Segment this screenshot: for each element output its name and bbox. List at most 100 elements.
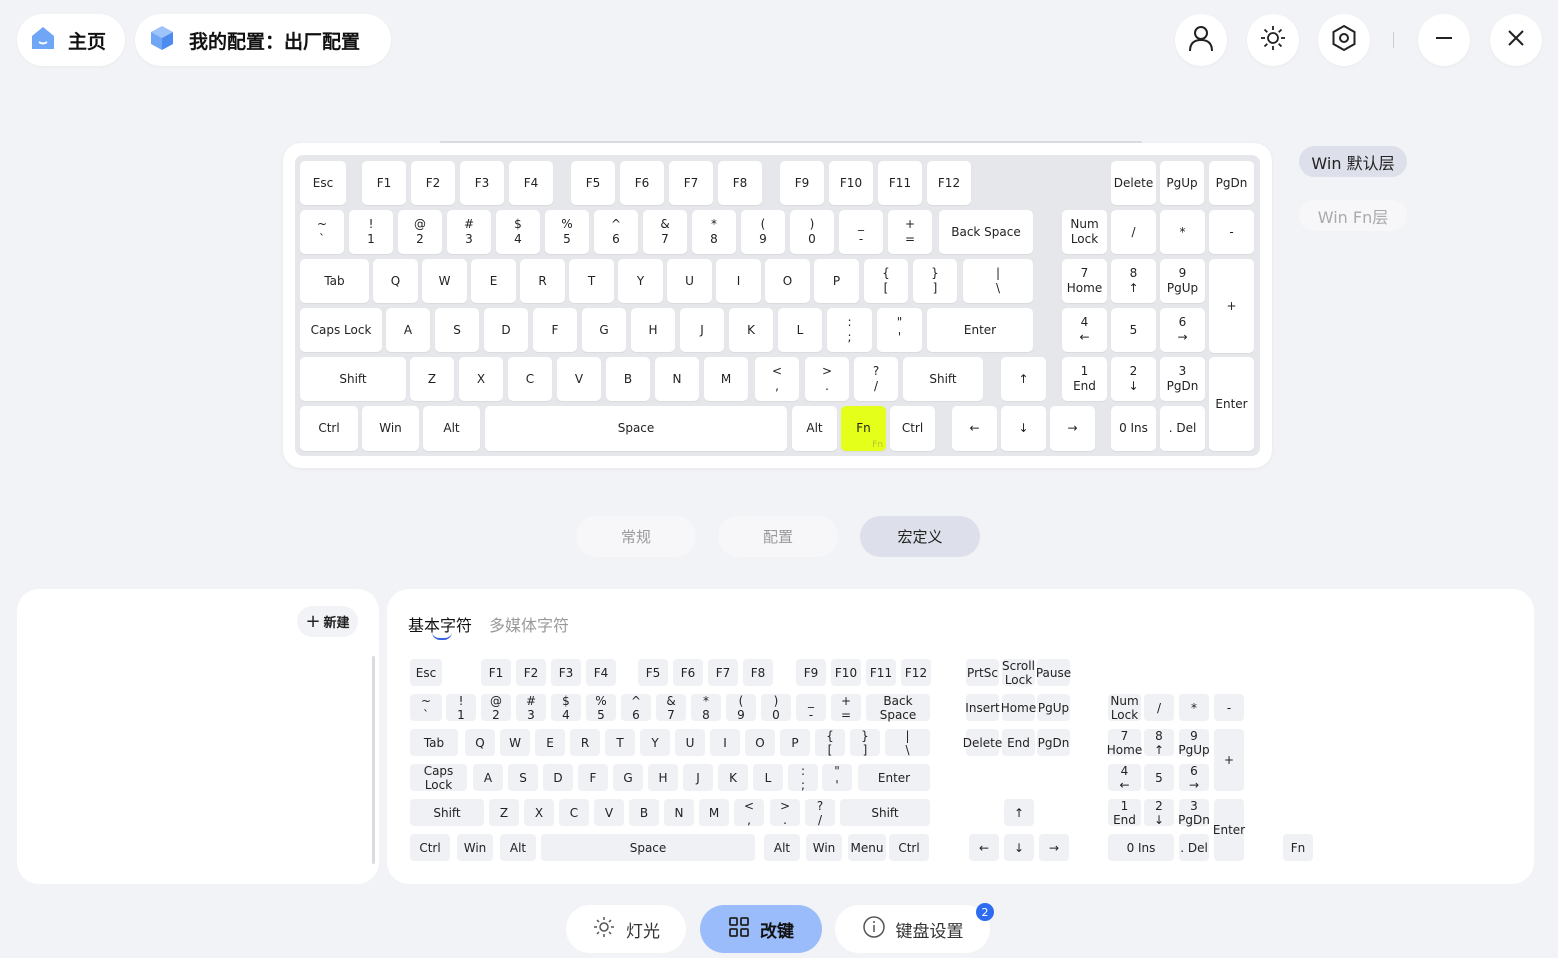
key-f3[interactable]: F3: [460, 161, 504, 205]
key-sym[interactable]: {[: [864, 259, 908, 303]
key-pgup[interactable]: PgUp: [1037, 694, 1070, 721]
key-8[interactable]: 8 ↑: [1144, 729, 1174, 757]
key-b[interactable]: B: [606, 357, 650, 401]
key-sym[interactable]: →: [1039, 834, 1069, 861]
key-sym[interactable]: ↑: [1004, 799, 1034, 826]
key-7[interactable]: & 7: [656, 694, 686, 722]
key-delete[interactable]: Delete: [963, 729, 1002, 756]
key-f2[interactable]: F2: [516, 659, 546, 686]
key-sym[interactable]: <,: [755, 357, 799, 401]
key-n[interactable]: N: [655, 357, 699, 401]
key-5[interactable]: % 5: [586, 694, 616, 722]
key-g[interactable]: G: [613, 764, 643, 791]
key-u[interactable]: U: [675, 729, 705, 756]
key-f10[interactable]: F10: [829, 161, 873, 205]
key-alt[interactable]: Alt: [423, 406, 480, 451]
key-pgdn[interactable]: PgDn: [1037, 729, 1070, 756]
key-e[interactable]: E: [471, 259, 516, 303]
key-i[interactable]: I: [716, 259, 761, 303]
key-sym[interactable]: :;: [827, 308, 872, 352]
key-esc[interactable]: Esc: [410, 659, 442, 686]
key-end[interactable]: End: [1002, 729, 1035, 756]
key-i[interactable]: I: [710, 729, 740, 756]
key-f5[interactable]: F5: [571, 161, 615, 205]
key-sym[interactable]: -: [1214, 694, 1244, 721]
key-f7[interactable]: F7: [708, 659, 738, 686]
key-del[interactable]: . Del: [1179, 834, 1209, 861]
user-button[interactable]: [1175, 14, 1227, 66]
key-6[interactable]: ^ 6: [594, 210, 638, 254]
key-pgdn[interactable]: PgDn: [1209, 161, 1254, 205]
nav-keyboard-settings[interactable]: 键盘设置: [835, 905, 990, 953]
key-sym[interactable]: ~ `: [410, 694, 442, 722]
key-sym[interactable]: + =: [831, 694, 861, 722]
key-ctrl[interactable]: Ctrl: [889, 834, 929, 861]
key-z[interactable]: Z: [410, 357, 454, 401]
tab-config[interactable]: 配置: [718, 516, 838, 557]
key-v[interactable]: V: [594, 799, 624, 826]
key-sym[interactable]: " ': [877, 308, 922, 352]
key-delete[interactable]: Delete: [1111, 161, 1156, 205]
key-fn[interactable]: Fn: [1283, 834, 1313, 861]
key-shift[interactable]: Shift: [903, 357, 983, 401]
key-enter[interactable]: Enter: [927, 308, 1033, 352]
key-sym[interactable]: ↓: [1001, 406, 1046, 451]
key-5[interactable]: % 5: [545, 210, 589, 254]
key-9[interactable]: (9: [726, 694, 756, 722]
key-4[interactable]: $4: [551, 694, 581, 722]
nav-lighting[interactable]: 灯光: [566, 905, 686, 953]
key-num-lock[interactable]: Num Lock: [1062, 210, 1107, 254]
key-sym[interactable]: " ': [822, 764, 852, 792]
key-sym[interactable]: }]: [913, 259, 957, 303]
key-u[interactable]: U: [667, 259, 712, 303]
key-sym[interactable]: >.: [770, 799, 800, 827]
key-esc[interactable]: Esc: [300, 161, 346, 205]
key-sym[interactable]: /: [1111, 210, 1156, 254]
key-b[interactable]: B: [629, 799, 659, 826]
key-alt[interactable]: Alt: [500, 834, 536, 861]
key-f4[interactable]: F4: [586, 659, 616, 686]
macro-list-scrollbar[interactable]: [372, 656, 375, 864]
key-2[interactable]: @2: [398, 210, 442, 254]
key-e[interactable]: E: [535, 729, 565, 756]
key-tab[interactable]: Tab: [410, 729, 458, 756]
key-4[interactable]: 4 ←: [1062, 308, 1107, 352]
key-q[interactable]: Q: [373, 259, 418, 303]
home-button[interactable]: 主页: [17, 14, 125, 66]
key-fn[interactable]: Fn Fn: [841, 406, 886, 451]
key-pgup[interactable]: PgUp: [1160, 161, 1204, 205]
key-3-pgdn[interactable]: 3 PgDn: [1178, 799, 1210, 827]
layer-win-fn[interactable]: Win Fn层: [1299, 200, 1407, 231]
key-sym[interactable]: *: [1179, 694, 1209, 721]
key-l[interactable]: L: [778, 308, 822, 352]
key-num-lock[interactable]: Num Lock: [1108, 694, 1141, 722]
key-sym[interactable]: + =: [888, 210, 932, 254]
key-7-home[interactable]: 7 Home: [1107, 729, 1142, 757]
key-w[interactable]: W: [422, 259, 467, 303]
key-sym[interactable]: >.: [805, 357, 849, 401]
key-shift[interactable]: Shift: [300, 357, 406, 401]
key-del[interactable]: . Del: [1160, 406, 1205, 451]
key-4[interactable]: 4 ←: [1108, 764, 1141, 792]
key-sym[interactable]: _ -: [839, 210, 883, 254]
key-sym[interactable]: }]: [850, 729, 880, 757]
key-1-end[interactable]: 1 End: [1062, 357, 1107, 401]
key-h[interactable]: H: [631, 308, 675, 352]
key-0[interactable]: ) 0: [790, 210, 834, 254]
key-9[interactable]: (9: [741, 210, 785, 254]
key-f9[interactable]: F9: [780, 161, 824, 205]
key-j[interactable]: J: [680, 308, 724, 352]
key-sym[interactable]: ←: [969, 834, 999, 861]
key-9-pgup[interactable]: 9 PgUp: [1160, 259, 1205, 303]
key-insert[interactable]: Insert: [965, 694, 1000, 721]
key-win[interactable]: Win: [457, 834, 493, 861]
key-f8[interactable]: F8: [743, 659, 773, 686]
key-8[interactable]: * 8: [691, 694, 721, 722]
key-s[interactable]: S: [508, 764, 538, 791]
new-macro-button[interactable]: + 新建: [297, 606, 358, 637]
key-1[interactable]: ! 1: [349, 210, 393, 254]
key-f5[interactable]: F5: [638, 659, 668, 686]
tab-general[interactable]: 常规: [576, 516, 696, 557]
key-f6[interactable]: F6: [620, 161, 664, 205]
key-ctrl[interactable]: Ctrl: [410, 834, 450, 861]
